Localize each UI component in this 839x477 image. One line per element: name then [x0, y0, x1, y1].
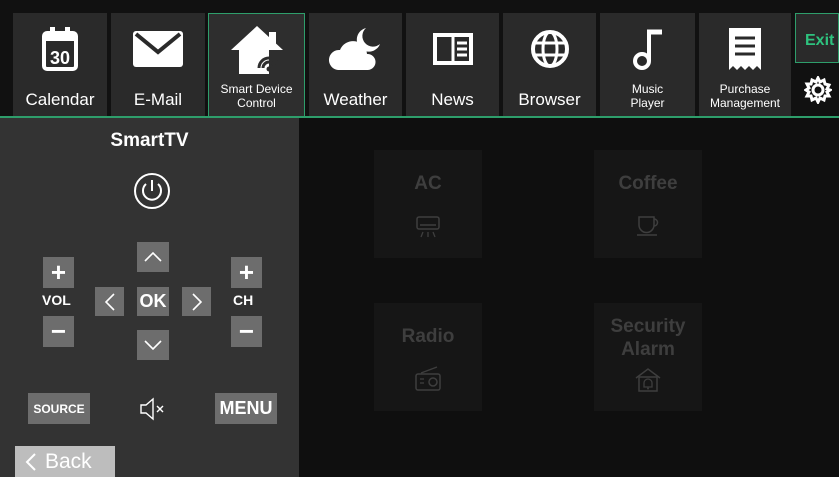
- dpad-down-button[interactable]: [137, 330, 169, 360]
- svg-text:30: 30: [50, 48, 70, 68]
- chevron-left-icon: [25, 452, 36, 471]
- coffee-cup-icon: [594, 212, 702, 238]
- smart-home-icon: [209, 24, 304, 76]
- tile-label: Purchase Management: [709, 82, 781, 110]
- device-name: Coffee: [618, 173, 678, 194]
- device-grid: AC Coffee Radio Security Alarm: [299, 118, 839, 477]
- ok-button[interactable]: OK: [137, 287, 169, 316]
- tile-label: News: [431, 90, 474, 109]
- chevron-left-icon: [104, 292, 115, 311]
- device-name: Radio: [401, 326, 455, 347]
- receipt-icon: [699, 23, 791, 75]
- tile-email[interactable]: E-Mail: [111, 13, 205, 116]
- tile-label: E-Mail: [133, 90, 183, 109]
- chevron-up-icon: [144, 252, 162, 262]
- tile-music-player[interactable]: Music Player: [600, 13, 695, 116]
- device-name: Security Alarm: [610, 316, 686, 360]
- music-note-icon: [600, 23, 695, 75]
- mute-button[interactable]: [138, 397, 168, 421]
- chevron-down-icon: [144, 340, 162, 350]
- tile-label: Calendar: [25, 90, 95, 109]
- device-coffee[interactable]: Coffee: [594, 150, 702, 258]
- volume-up-button[interactable]: +: [43, 257, 74, 288]
- channel-up-button[interactable]: +: [231, 257, 262, 288]
- device-name: AC: [414, 173, 442, 194]
- tv-remote-panel: SmartTV + VOL − + CH − OK SOURCE MENU Ba…: [0, 118, 299, 477]
- mute-icon: [140, 397, 164, 421]
- app-bar: 30 Calendar E-Mail Smart Device Control …: [0, 0, 839, 118]
- tile-news[interactable]: News: [406, 13, 499, 116]
- settings-button[interactable]: [800, 70, 836, 110]
- channel-down-button[interactable]: −: [231, 316, 262, 347]
- tile-label: Weather: [323, 90, 388, 109]
- radio-icon: [374, 365, 482, 393]
- tile-browser[interactable]: Browser: [503, 13, 596, 116]
- source-button[interactable]: SOURCE: [28, 393, 90, 424]
- air-conditioner-icon: [374, 214, 482, 240]
- dpad-left-button[interactable]: [95, 287, 124, 316]
- mail-icon: [111, 23, 205, 75]
- device-title: SmartTV: [110, 130, 189, 151]
- dpad-right-button[interactable]: [182, 287, 211, 316]
- device-security-alarm[interactable]: Security Alarm: [594, 303, 702, 411]
- tile-weather[interactable]: Weather: [309, 13, 402, 116]
- globe-icon: [503, 23, 596, 75]
- tile-label: Browser: [518, 90, 581, 109]
- weather-icon: [309, 23, 402, 75]
- back-label: Back: [45, 449, 92, 473]
- calendar-icon: 30: [13, 23, 107, 75]
- volume-label: VOL: [42, 292, 71, 308]
- tile-calendar[interactable]: 30 Calendar: [13, 13, 107, 116]
- device-ac[interactable]: AC: [374, 150, 482, 258]
- dpad-up-button[interactable]: [137, 242, 169, 272]
- volume-down-button[interactable]: −: [43, 316, 74, 347]
- device-radio[interactable]: Radio: [374, 303, 482, 411]
- exit-button[interactable]: Exit: [795, 13, 839, 63]
- back-button[interactable]: Back: [15, 446, 115, 477]
- alarm-bell-icon: [594, 367, 702, 393]
- chevron-right-icon: [191, 292, 202, 311]
- menu-button[interactable]: MENU: [215, 393, 277, 424]
- news-icon: [406, 23, 499, 75]
- power-icon: [134, 173, 170, 209]
- power-button[interactable]: [133, 172, 171, 210]
- tile-label: Smart Device Control: [220, 82, 293, 110]
- gear-icon: [803, 74, 834, 106]
- tile-label: Music Player: [630, 82, 665, 110]
- tile-purchase-management[interactable]: Purchase Management: [699, 13, 791, 116]
- channel-label: CH: [233, 292, 254, 308]
- tile-smart-device-control[interactable]: Smart Device Control: [208, 13, 305, 116]
